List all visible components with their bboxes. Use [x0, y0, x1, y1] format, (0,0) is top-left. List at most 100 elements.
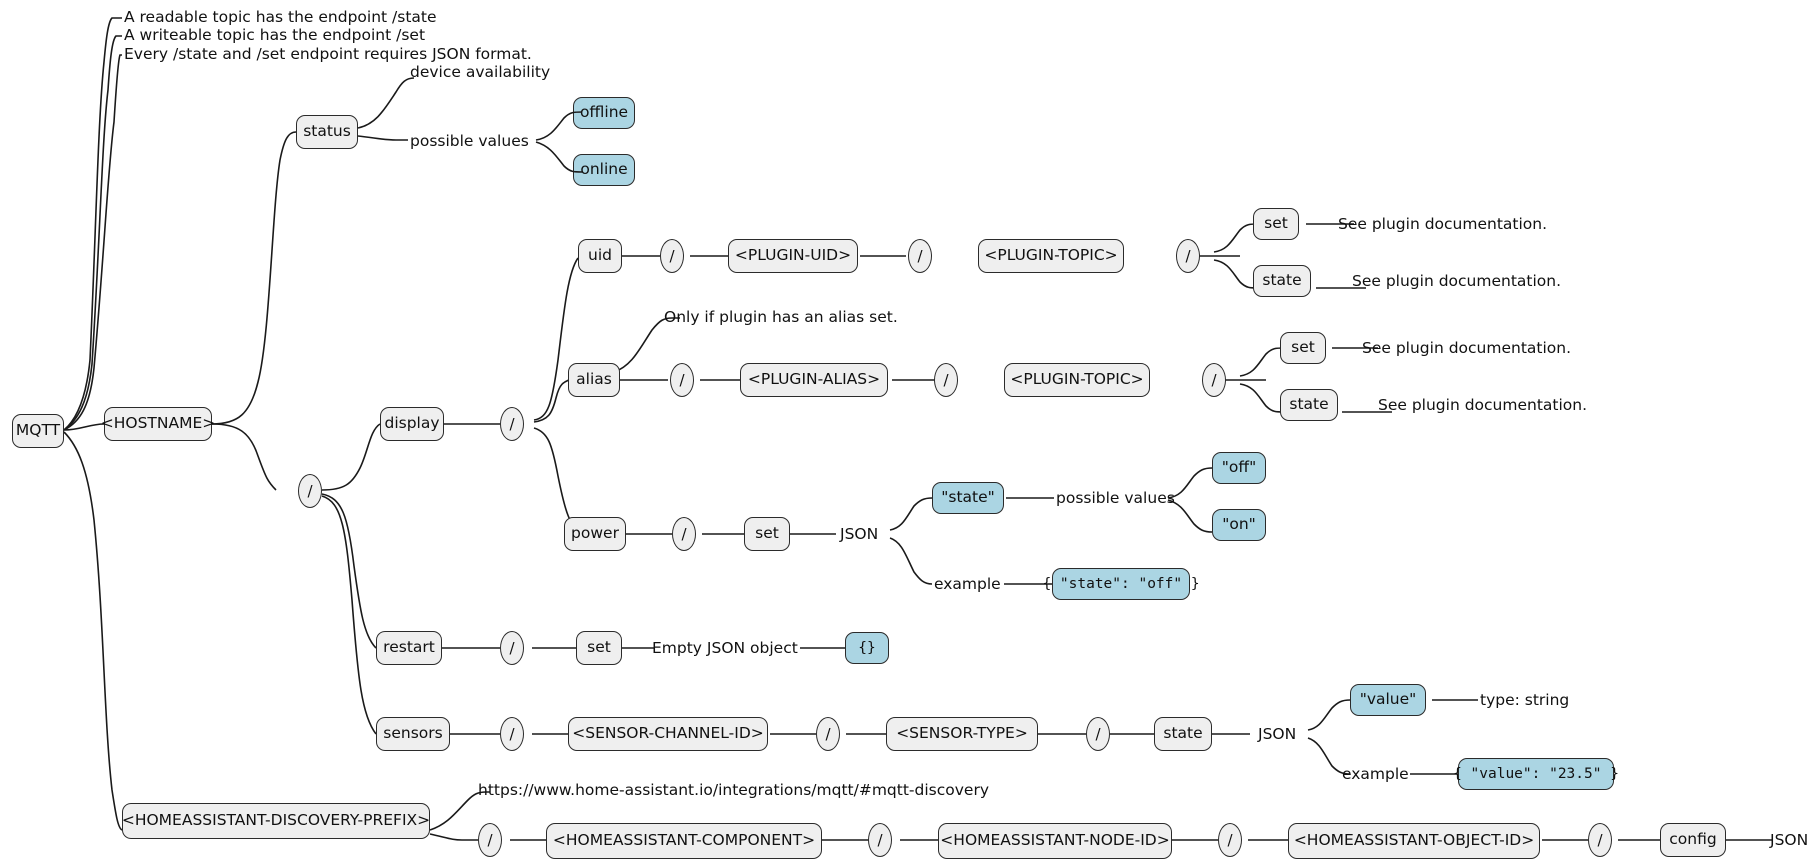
node-power-example-value[interactable]: { "state": "off" }: [1042, 568, 1200, 600]
alias-set-note-text: See plugin documentation.: [1362, 339, 1572, 357]
node-restart-slash[interactable]: /: [500, 631, 524, 665]
node-mqtt-root[interactable]: MQTT: [12, 414, 64, 448]
node-uid-slash-3[interactable]: /: [1176, 239, 1200, 273]
node-label: online: [580, 160, 628, 179]
node-sensor-channel-id[interactable]: <SENSOR-CHANNEL-ID>: [568, 717, 768, 751]
node-sensor-type[interactable]: <SENSOR-TYPE>: [886, 717, 1038, 751]
node-power-value-on[interactable]: "on": [1212, 509, 1266, 541]
node-uid-plugin-topic[interactable]: <PLUGIN-TOPIC>: [978, 239, 1124, 273]
node-alias-set[interactable]: set: [1280, 332, 1326, 364]
node-label: <HOMEASSISTANT-NODE-ID>: [940, 831, 1170, 850]
node-ha-slash-1[interactable]: /: [478, 823, 502, 857]
node-label: uid: [588, 246, 612, 265]
node-label: /: [1211, 370, 1217, 389]
alias-state-note: See plugin documentation.: [1378, 397, 1587, 414]
node-label: /: [509, 414, 515, 433]
root-note-writeable-text: A writeable topic has the endpoint /set: [124, 26, 426, 44]
node-sensors-value-key[interactable]: "value": [1350, 684, 1426, 716]
node-root-slash[interactable]: /: [298, 474, 322, 508]
ha-json-text: JSON: [1770, 831, 1809, 849]
node-alias-slash-3[interactable]: /: [1202, 363, 1226, 397]
node-label: set: [1264, 214, 1288, 233]
node-power-set[interactable]: set: [744, 517, 790, 551]
node-status[interactable]: status: [296, 115, 358, 149]
uid-state-note-text: See plugin documentation.: [1352, 272, 1562, 290]
node-ha-slash-3[interactable]: /: [1218, 823, 1242, 857]
sensors-value-type-text: type: string: [1480, 691, 1570, 709]
node-ha-slash-2[interactable]: /: [868, 823, 892, 857]
node-plugin-uid[interactable]: <PLUGIN-UID>: [728, 239, 858, 273]
node-alias-slash-1[interactable]: /: [670, 363, 694, 397]
node-uid-slash-2[interactable]: /: [908, 239, 932, 273]
status-possible-values-text: possible values: [410, 132, 529, 150]
node-label: <SENSOR-TYPE>: [896, 724, 1028, 743]
node-label: /: [1185, 246, 1191, 265]
node-alias-state[interactable]: state: [1280, 389, 1338, 421]
node-ha-slash-4[interactable]: /: [1588, 823, 1612, 857]
node-label: <HOMEASSISTANT-COMPONENT>: [552, 831, 816, 850]
node-label: { "value": "23.5" }: [1453, 765, 1619, 782]
node-label: /: [509, 724, 515, 743]
node-sensors-example-value[interactable]: { "value": "23.5" }: [1453, 758, 1619, 790]
node-sensors-slash-1[interactable]: /: [500, 717, 524, 751]
node-label: /: [487, 830, 493, 849]
node-ha-component[interactable]: <HOMEASSISTANT-COMPONENT>: [546, 823, 822, 859]
node-alias[interactable]: alias: [568, 363, 620, 397]
node-label: set: [755, 524, 779, 543]
node-display-slash[interactable]: /: [500, 407, 524, 441]
ha-doc-url[interactable]: https://www.home-assistant.io/integratio…: [478, 782, 989, 799]
node-label: "value": [1359, 690, 1417, 709]
sensors-json-label: JSON: [1258, 726, 1296, 743]
node-sensors-state[interactable]: state: [1154, 717, 1212, 751]
node-label: <HOMEASSISTANT-DISCOVERY-PREFIX>: [121, 811, 431, 830]
node-label: <SENSOR-CHANNEL-ID>: [572, 724, 764, 743]
node-label: /: [669, 246, 675, 265]
node-label: /: [1227, 830, 1233, 849]
root-note-json: Every /state and /set endpoint requires …: [124, 46, 532, 63]
node-power[interactable]: power: [564, 517, 626, 551]
node-power-state-key[interactable]: "state": [932, 482, 1004, 514]
power-possible-values-label: possible values: [1056, 490, 1175, 507]
node-ha-config[interactable]: config: [1660, 823, 1726, 857]
node-uid-set[interactable]: set: [1253, 208, 1299, 240]
alias-set-note: See plugin documentation.: [1362, 339, 1572, 357]
node-sensors[interactable]: sensors: [376, 717, 450, 751]
node-hostname[interactable]: <HOSTNAME>: [101, 407, 215, 441]
node-ha-discovery-prefix[interactable]: <HOMEASSISTANT-DISCOVERY-PREFIX>: [122, 803, 430, 839]
node-ha-object-id[interactable]: <HOMEASSISTANT-OBJECT-ID>: [1288, 823, 1540, 859]
node-label: state: [1163, 724, 1203, 743]
status-note-possible-values: possible values: [410, 132, 529, 150]
node-label: sensors: [383, 724, 443, 743]
node-power-value-off[interactable]: "off": [1212, 452, 1266, 484]
node-restart-value[interactable]: {}: [845, 632, 889, 664]
node-label: restart: [383, 638, 435, 657]
node-display[interactable]: display: [380, 407, 444, 441]
node-status-offline[interactable]: offline: [573, 97, 635, 129]
node-label: <PLUGIN-TOPIC>: [1010, 370, 1144, 389]
node-uid[interactable]: uid: [578, 239, 622, 273]
node-label: /: [681, 524, 687, 543]
node-alias-plugin-topic[interactable]: <PLUGIN-TOPIC>: [1004, 363, 1150, 397]
node-restart[interactable]: restart: [376, 631, 442, 665]
node-uid-slash-1[interactable]: /: [660, 239, 684, 273]
node-ha-node-id[interactable]: <HOMEASSISTANT-NODE-ID>: [938, 823, 1172, 859]
node-sensors-slash-3[interactable]: /: [1086, 717, 1110, 751]
node-label: /: [509, 638, 515, 657]
node-label: /: [1597, 830, 1603, 849]
node-uid-state[interactable]: state: [1253, 265, 1311, 297]
node-power-slash[interactable]: /: [672, 517, 696, 551]
node-sensors-slash-2[interactable]: /: [816, 717, 840, 751]
node-status-online[interactable]: online: [573, 154, 635, 186]
node-label: /: [307, 481, 313, 500]
restart-note-text: Empty JSON object: [652, 639, 798, 657]
status-availability-text: device availability: [410, 63, 551, 81]
node-label: <HOSTNAME>: [100, 414, 216, 433]
node-label: offline: [579, 103, 629, 122]
node-label: {}: [858, 639, 876, 656]
node-alias-slash-2[interactable]: /: [934, 363, 958, 397]
node-label: <PLUGIN-ALIAS>: [747, 370, 881, 389]
diagram-canvas: MQTT A readable topic has the endpoint /…: [0, 0, 1813, 862]
node-label: display: [384, 414, 440, 433]
node-plugin-alias[interactable]: <PLUGIN-ALIAS>: [740, 363, 888, 397]
node-restart-set[interactable]: set: [576, 631, 622, 665]
